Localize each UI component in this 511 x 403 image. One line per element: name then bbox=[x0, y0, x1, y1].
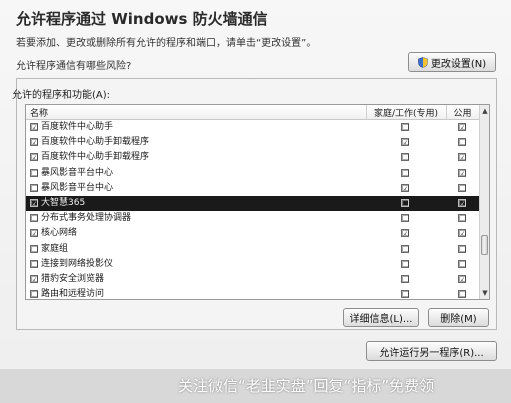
enable-checkbox[interactable]: ☑ bbox=[30, 153, 38, 162]
enable-checkbox[interactable]: ☑ bbox=[30, 229, 38, 238]
home-work-checkbox[interactable]: ☑ bbox=[401, 229, 409, 238]
program-row[interactable]: ☐ 路由和远程访问 ☐ ☐ bbox=[26, 287, 479, 300]
program-row[interactable]: ☐ 暴风影音平台中心 ☑ ☐ bbox=[26, 181, 479, 196]
public-checkbox[interactable]: ☑ bbox=[458, 274, 466, 283]
program-name: 大智慧365 bbox=[41, 197, 86, 208]
public-checkbox[interactable]: ☐ bbox=[458, 244, 466, 253]
program-row[interactable]: ☐ 分布式事务处理协调器 ☐ ☐ bbox=[26, 211, 479, 226]
column-header-name[interactable]: 名称 bbox=[30, 106, 48, 119]
page-title: 允许程序通过 Windows 防火墙通信 bbox=[16, 10, 268, 28]
firewall-allowed-programs-window: 允许程序通过 Windows 防火墙通信 若要添加、更改或删除所有允许的程序和端… bbox=[0, 0, 511, 403]
column-header-public[interactable]: 公用 bbox=[446, 106, 479, 119]
program-name: 暴风影音平台中心 bbox=[41, 182, 114, 193]
public-checkbox[interactable]: ☐ bbox=[458, 138, 466, 147]
home-work-checkbox[interactable]: ☐ bbox=[401, 274, 409, 283]
enable-checkbox[interactable]: ☐ bbox=[30, 244, 38, 253]
program-name: 百度软件中心助手 bbox=[41, 122, 114, 132]
program-row[interactable]: ☐ 暴风影音平台中心 ☐ ☑ bbox=[26, 166, 479, 181]
program-name: 核心网络 bbox=[41, 228, 78, 239]
column-header-home-work[interactable]: 家庭/工作(专用) bbox=[366, 106, 446, 119]
change-settings-button[interactable]: 更改设置(N) bbox=[408, 52, 496, 72]
home-work-checkbox[interactable]: ☐ bbox=[401, 244, 409, 253]
shield-icon bbox=[418, 56, 428, 68]
program-row[interactable]: ☐ 家庭组 ☐ ☐ bbox=[26, 242, 479, 257]
arrow-down-icon[interactable]: ▼ bbox=[480, 288, 489, 298]
list-scrollbar[interactable]: ▲ ▼ bbox=[479, 105, 489, 299]
enable-checkbox[interactable]: ☐ bbox=[30, 183, 38, 192]
program-row[interactable]: ☑ 百度软件中心助手 ☐ ☑ bbox=[26, 120, 479, 135]
home-work-checkbox[interactable]: ☐ bbox=[401, 168, 409, 177]
enable-checkbox[interactable]: ☐ bbox=[30, 214, 38, 223]
allowed-programs-label: 允许的程序和功能(A): bbox=[12, 90, 111, 101]
arrow-up-icon[interactable]: ▲ bbox=[480, 106, 489, 116]
home-work-checkbox[interactable]: ☐ bbox=[401, 259, 409, 268]
risks-link[interactable]: 允许程序通信有哪些风险? bbox=[16, 57, 131, 72]
program-name: 家庭组 bbox=[41, 243, 69, 254]
program-name: 百度软件中心助手卸载程序 bbox=[41, 152, 150, 163]
program-rows: ☑ 百度软件中心助手 ☐ ☑ ☑ 百度软件中心助手卸载程序 ☑ ☐ ☑ 百度软件… bbox=[26, 120, 479, 300]
public-checkbox[interactable]: ☑ bbox=[458, 229, 466, 238]
enable-checkbox[interactable]: ☑ bbox=[30, 198, 38, 207]
public-checkbox[interactable]: ☑ bbox=[458, 123, 466, 132]
home-work-checkbox[interactable]: ☐ bbox=[401, 123, 409, 132]
home-work-checkbox[interactable]: ☐ bbox=[401, 214, 409, 223]
change-settings-label: 更改设置(N) bbox=[430, 58, 487, 70]
home-work-checkbox[interactable]: ☐ bbox=[401, 290, 409, 299]
enable-checkbox[interactable]: ☐ bbox=[30, 290, 38, 299]
enable-checkbox[interactable]: ☑ bbox=[30, 138, 38, 147]
program-name: 连接到网络投影仪 bbox=[41, 258, 114, 269]
enable-checkbox[interactable]: ☑ bbox=[30, 123, 38, 132]
enable-checkbox[interactable]: ☑ bbox=[30, 274, 38, 283]
home-work-checkbox[interactable]: ☐ bbox=[401, 198, 409, 207]
enable-checkbox[interactable]: ☐ bbox=[30, 168, 38, 177]
program-row[interactable]: ☑ 猎豹安全浏览器 ☐ ☑ bbox=[26, 272, 479, 287]
allowed-programs-list[interactable]: 名称 家庭/工作(专用) 公用 ☑ 百度软件中心助手 ☐ ☑ ☑ 百度软件中心助… bbox=[25, 104, 490, 300]
public-checkbox[interactable]: ☐ bbox=[458, 290, 466, 299]
public-checkbox[interactable]: ☐ bbox=[458, 259, 466, 268]
program-row-selected[interactable]: ☑ 大智慧365 ☐ ☑ bbox=[26, 195, 479, 212]
program-name: 分布式事务处理协调器 bbox=[41, 213, 132, 224]
details-button[interactable]: 详细信息(L)... bbox=[343, 308, 419, 327]
home-work-checkbox[interactable]: ☑ bbox=[401, 183, 409, 192]
program-row[interactable]: ☑ 百度软件中心助手卸载程序 ☐ ☑ bbox=[26, 150, 479, 165]
remove-button[interactable]: 删除(M) bbox=[428, 308, 489, 327]
program-name: 暴风影音平台中心 bbox=[41, 167, 114, 178]
enable-checkbox[interactable]: ☐ bbox=[30, 259, 38, 268]
public-checkbox[interactable]: ☐ bbox=[458, 214, 466, 223]
scrollbar-thumb[interactable] bbox=[481, 235, 488, 255]
page-subtitle: 若要添加、更改或删除所有允许的程序和端口，请单击“更改设置”。 bbox=[16, 38, 317, 49]
program-name: 百度软件中心助手卸载程序 bbox=[41, 137, 150, 148]
public-checkbox[interactable]: ☑ bbox=[458, 198, 466, 207]
program-row[interactable]: ☐ 连接到网络投影仪 ☐ ☐ bbox=[26, 257, 479, 272]
program-row[interactable]: ☑ 百度软件中心助手卸载程序 ☑ ☐ bbox=[26, 135, 479, 150]
public-checkbox[interactable]: ☑ bbox=[458, 168, 466, 177]
public-checkbox[interactable]: ☑ bbox=[458, 153, 466, 162]
list-header: 名称 家庭/工作(专用) 公用 bbox=[26, 105, 479, 120]
program-row[interactable]: ☑ 核心网络 ☑ ☑ bbox=[26, 226, 479, 241]
watermark-text: 关注微信“老韭实盘”回复“指标”免费领 bbox=[178, 377, 435, 395]
program-name: 猎豹安全浏览器 bbox=[41, 273, 105, 284]
program-name: 路由和远程访问 bbox=[41, 289, 105, 300]
public-checkbox[interactable]: ☐ bbox=[458, 183, 466, 192]
home-work-checkbox[interactable]: ☐ bbox=[401, 153, 409, 162]
allow-another-program-button[interactable]: 允许运行另一程序(R)... bbox=[366, 341, 497, 361]
home-work-checkbox[interactable]: ☑ bbox=[401, 138, 409, 147]
